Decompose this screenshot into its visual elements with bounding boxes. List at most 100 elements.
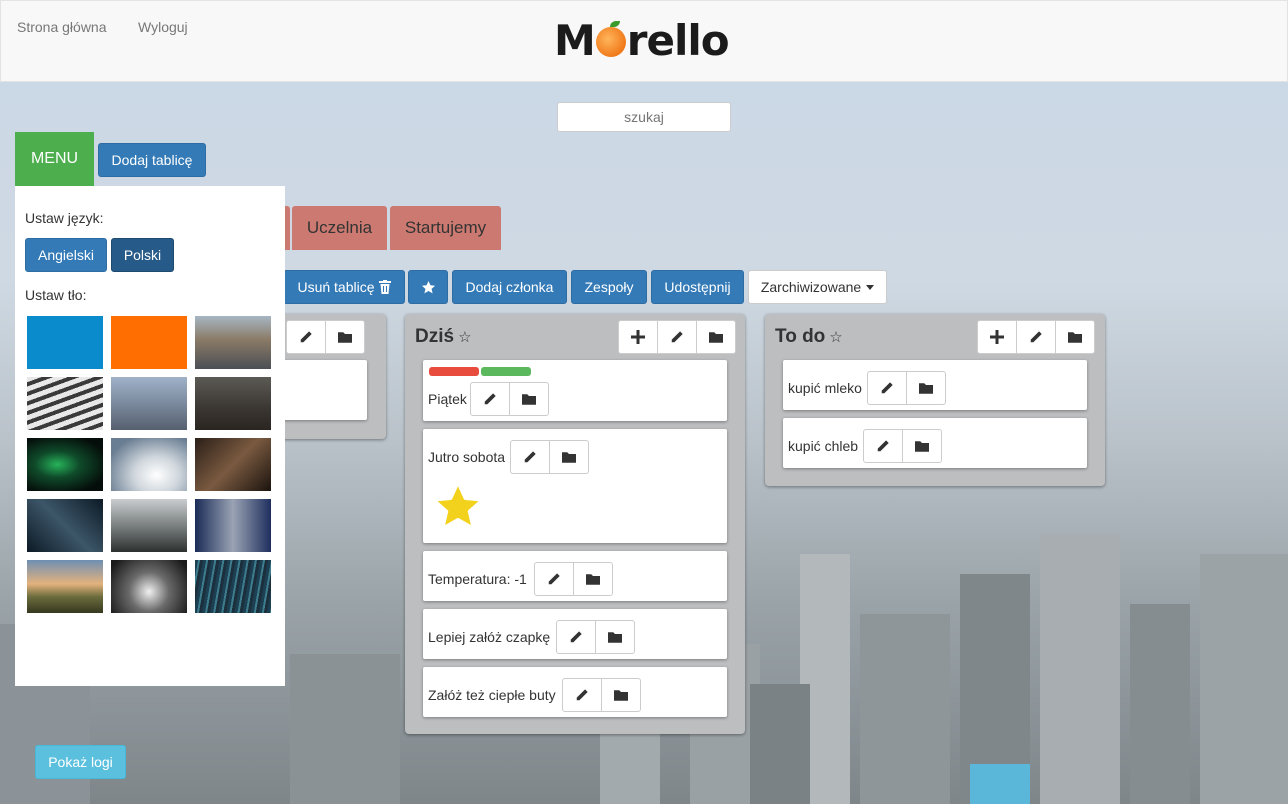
card-buty[interactable]: Załóż też ciepłe buty xyxy=(423,667,727,717)
archived-dropdown[interactable]: Zarchiwizowane xyxy=(748,270,887,304)
card-text: Załóż też ciepłe buty xyxy=(428,687,556,703)
nav-logout-link[interactable]: Wyloguj xyxy=(138,19,188,35)
card-czapka[interactable]: Lepiej załóż czapkę xyxy=(423,609,727,659)
card-text: kupić mleko xyxy=(788,380,862,396)
card-jutro-sobota[interactable]: Jutro sobota xyxy=(423,429,727,543)
archived-label: Zarchiwizowane xyxy=(760,279,862,295)
pencil-icon xyxy=(570,631,582,643)
list-title[interactable]: Dziś ☆ xyxy=(415,326,472,348)
background-option-city-skyline[interactable] xyxy=(111,377,187,430)
language-polish-button[interactable]: Polski xyxy=(111,238,174,272)
background-option-aurora[interactable] xyxy=(27,438,103,491)
card-actions xyxy=(510,440,589,474)
list-actions xyxy=(977,320,1095,354)
edit-card-button[interactable] xyxy=(470,382,510,416)
top-navbar: Strona główna Wyloguj Mrello xyxy=(0,0,1288,82)
background-option-curved-wall[interactable] xyxy=(195,438,271,491)
logo-text-start: M xyxy=(554,16,596,65)
background-option-towers-up[interactable] xyxy=(111,560,187,613)
edit-list-button[interactable] xyxy=(286,320,326,354)
tab-startujemy[interactable]: Startujemy xyxy=(390,206,501,250)
search-input[interactable] xyxy=(557,102,731,132)
edit-card-button[interactable] xyxy=(863,429,903,463)
card-label-red[interactable] xyxy=(429,367,479,376)
archive-card-button[interactable] xyxy=(595,620,635,654)
trash-icon xyxy=(378,280,391,294)
archive-card-button[interactable] xyxy=(906,371,946,405)
archive-card-button[interactable] xyxy=(902,429,942,463)
add-card-button[interactable] xyxy=(977,320,1017,354)
peach-icon xyxy=(595,21,626,57)
star-icon xyxy=(421,280,436,295)
background-option-blue[interactable] xyxy=(27,316,103,369)
archive-list-button[interactable] xyxy=(1055,320,1095,354)
add-member-button[interactable]: Dodaj członka xyxy=(452,270,567,304)
background-option-misty-hills[interactable] xyxy=(111,499,187,552)
edit-card-button[interactable] xyxy=(562,678,602,712)
show-logs-button[interactable]: Pokaż logi xyxy=(35,745,126,779)
folder-icon xyxy=(586,574,600,585)
edit-list-button[interactable] xyxy=(657,320,697,354)
archive-list-button[interactable] xyxy=(696,320,736,354)
star-outline-icon[interactable]: ☆ xyxy=(829,329,842,346)
morello-logo[interactable]: Mrello xyxy=(554,15,730,67)
add-card-button[interactable] xyxy=(618,320,658,354)
add-board-button[interactable]: Dodaj tablicę xyxy=(98,143,206,177)
caret-down-icon xyxy=(866,284,875,290)
star-outline-icon[interactable]: ☆ xyxy=(458,329,471,346)
archive-card-button[interactable] xyxy=(509,382,549,416)
pencil-icon xyxy=(576,689,588,701)
folder-icon xyxy=(1068,332,1082,343)
background-option-skyscrapers[interactable] xyxy=(195,499,271,552)
delete-board-label: Usuń tablicę xyxy=(297,279,375,295)
plus-icon xyxy=(631,330,645,344)
card-label-green[interactable] xyxy=(481,367,531,376)
pencil-icon xyxy=(1030,331,1042,343)
nav-home-link[interactable]: Strona główna xyxy=(17,19,107,35)
background-option-building-facade[interactable] xyxy=(27,377,103,430)
edit-card-button[interactable] xyxy=(534,562,574,596)
edit-card-button[interactable] xyxy=(867,371,907,405)
archive-card-button[interactable] xyxy=(549,440,589,474)
background-option-mountain-sunset[interactable] xyxy=(27,560,103,613)
list-actions xyxy=(618,320,736,354)
archive-list-button[interactable] xyxy=(325,320,365,354)
background-grid xyxy=(27,316,271,613)
card-text: kupić chleb xyxy=(788,438,859,454)
favorite-board-button[interactable] xyxy=(408,270,448,304)
list-title[interactable]: To do ☆ xyxy=(775,326,843,348)
archive-card-button[interactable] xyxy=(573,562,613,596)
background-option-glass-towers[interactable] xyxy=(27,499,103,552)
sidebar-menu: Ustaw język: Angielski Polski Ustaw tło: xyxy=(15,186,285,686)
folder-icon xyxy=(709,332,723,343)
menu-button[interactable]: MENU xyxy=(15,132,94,186)
card-actions xyxy=(556,620,635,654)
card-piatek[interactable]: Piątek xyxy=(423,360,727,421)
folder-icon xyxy=(614,690,628,701)
card-text: Lepiej załóż czapkę xyxy=(428,629,551,645)
folder-icon xyxy=(338,332,352,343)
list-title-text: To do xyxy=(775,326,826,347)
pencil-icon xyxy=(548,573,560,585)
teams-button[interactable]: Zespoły xyxy=(571,270,647,304)
tab-uczelnia[interactable]: Uczelnia xyxy=(292,206,387,250)
list-dzis: Dziś ☆ Piątek Jutro sobota Temperatura: -… xyxy=(405,314,745,734)
background-option-city-aerial[interactable] xyxy=(195,316,271,369)
folder-icon xyxy=(915,441,929,452)
card-temperatura[interactable]: Temperatura: -1 xyxy=(423,551,727,601)
background-option-night-city[interactable] xyxy=(195,377,271,430)
language-english-button[interactable]: Angielski xyxy=(25,238,107,272)
edit-list-button[interactable] xyxy=(1016,320,1056,354)
card-mleko[interactable]: kupić mleko xyxy=(783,360,1087,410)
edit-card-button[interactable] xyxy=(510,440,550,474)
background-option-clouds[interactable] xyxy=(111,438,187,491)
background-option-light-wall[interactable] xyxy=(195,560,271,613)
edit-card-button[interactable] xyxy=(556,620,596,654)
pencil-icon xyxy=(300,331,312,343)
archive-card-button[interactable] xyxy=(601,678,641,712)
background-option-orange[interactable] xyxy=(111,316,187,369)
share-button[interactable]: Udostępnij xyxy=(651,270,744,304)
delete-board-button[interactable]: Usuń tablicę xyxy=(283,270,405,304)
card-chleb[interactable]: kupić chleb xyxy=(783,418,1087,468)
card-actions xyxy=(867,371,946,405)
